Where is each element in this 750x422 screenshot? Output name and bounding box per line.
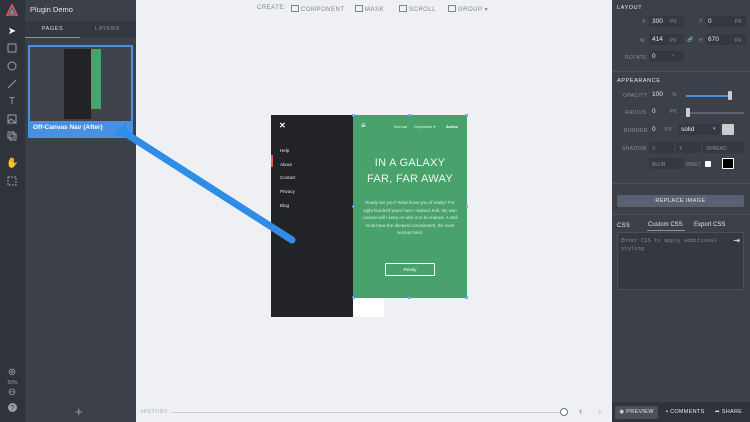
opacity-label: OPACITY	[623, 93, 648, 99]
replace-image-button[interactable]: REPLACE IMAGE	[617, 195, 744, 207]
h-unit: PX	[735, 38, 742, 44]
preview-button[interactable]: ◉ PREVIEW	[615, 406, 658, 419]
css-label: CSS	[617, 223, 630, 229]
w-value: 414	[652, 36, 663, 43]
shadow-x-label: X	[652, 146, 656, 152]
history-track[interactable]	[172, 412, 562, 413]
y-unit: PX	[735, 19, 742, 25]
bottom-action-bar: ◉ PREVIEW ▪ COMMENTS ➦ SHARE	[612, 402, 750, 422]
divider	[612, 71, 750, 72]
shadow-label: SHADOW	[622, 146, 647, 152]
rotate-unit: °	[672, 54, 674, 60]
radius-slider-handle[interactable]	[686, 108, 690, 117]
inset-checkbox[interactable]	[705, 161, 711, 167]
border-unit: PX	[665, 127, 672, 133]
comment-icon: ▪	[666, 409, 669, 415]
redo-icon[interactable]: ›	[598, 406, 601, 417]
css-placeholder: Enter CSS to apply additional styling	[621, 238, 718, 252]
shadow-inset-label: INSET	[686, 162, 701, 168]
shadow-color-swatch[interactable]	[722, 158, 734, 169]
radius-label: RADIUS	[625, 110, 647, 116]
border-style-value: solid	[681, 126, 695, 133]
share-button[interactable]: ➦ SHARE	[715, 406, 742, 419]
opacity-value: 100	[652, 91, 663, 98]
share-icon: ➦	[715, 409, 720, 415]
border-value: 0	[652, 126, 656, 133]
arrow-shaft	[121, 129, 296, 244]
divider	[612, 214, 750, 215]
divider	[612, 183, 750, 184]
border-color-swatch[interactable]	[722, 124, 734, 135]
w-unit: PX	[670, 38, 677, 44]
h-label: H	[699, 38, 704, 44]
radius-unit: PX	[670, 109, 677, 115]
apply-css-icon[interactable]: ⇥	[733, 236, 740, 245]
x-unit: PX	[670, 19, 677, 25]
shadow-y-label: Y	[679, 146, 683, 152]
x-value: 300	[652, 18, 663, 25]
x-label: X	[642, 19, 646, 25]
rotate-label: ROTATE	[625, 55, 647, 61]
properties-panel: LAYOUT X 300 PX Y 0 PX W 414 PX 🔗 H 670 …	[612, 0, 750, 422]
w-label: W	[640, 38, 646, 44]
radius-value: 0	[652, 108, 656, 115]
css-textarea[interactable]: Enter CSS to apply additional styling ⇥	[617, 232, 744, 290]
shadow-blur-label: BLUR	[652, 162, 666, 168]
shadow-spread-label: SPREAD	[706, 146, 727, 152]
opacity-slider[interactable]	[686, 95, 732, 97]
rotate-value: 0	[652, 53, 656, 60]
eye-icon: ◉	[619, 409, 625, 415]
h-value: 670	[708, 36, 719, 43]
layout-title: LAYOUT	[617, 5, 643, 11]
appearance-title: APPEARANCE	[617, 78, 661, 84]
active-tab-underline	[647, 230, 685, 231]
history-handle[interactable]	[560, 408, 568, 416]
opacity-unit: %	[672, 92, 677, 98]
opacity-slider-handle[interactable]	[728, 91, 732, 100]
tab-custom-css[interactable]: Custom CSS	[648, 222, 683, 228]
radius-slider[interactable]	[686, 112, 744, 114]
chevron-down-icon: ▾	[713, 126, 716, 132]
lock-ratio-icon[interactable]: 🔗	[687, 37, 694, 43]
comments-button[interactable]: ▪ COMMENTS	[666, 406, 705, 419]
tab-export-css[interactable]: Export CSS	[694, 222, 725, 228]
y-value: 0	[708, 18, 712, 25]
border-label: BORDER	[624, 128, 648, 134]
history-label: HISTORY	[141, 409, 169, 415]
y-label: Y	[699, 19, 703, 25]
history-bar: HISTORY ‹ ›	[136, 404, 612, 422]
undo-icon[interactable]: ‹	[579, 406, 582, 417]
